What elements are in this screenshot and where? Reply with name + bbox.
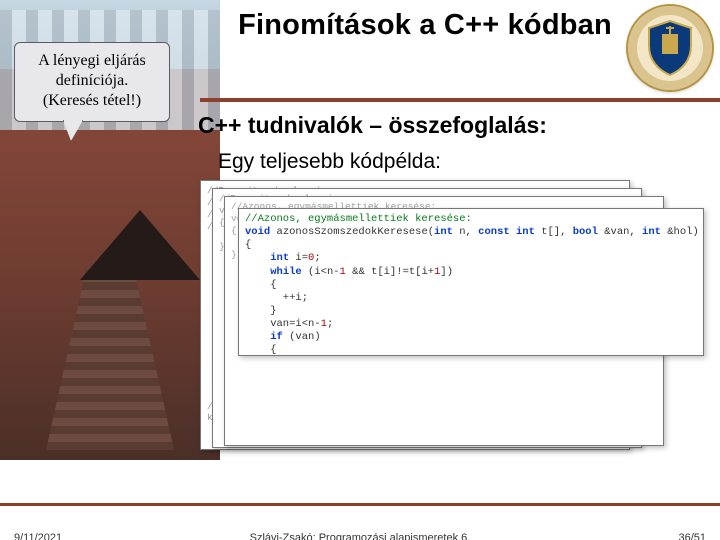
footer-rule — [0, 503, 720, 506]
code-card-focus: //Azonos, egymásmellettiek keresése: voi… — [238, 208, 704, 356]
footer-center: Szlávi-Zsakó: Programozási alapismeretek… — [0, 532, 720, 540]
callout-line: definíciója. — [21, 71, 163, 91]
callout-bubble: A lényegi eljárás definíciója. (Keresés … — [14, 42, 170, 122]
callout-line: A lényegi eljárás — [21, 51, 163, 71]
code-cmt: //Azonos, egymásmellettiek keresése: — [245, 213, 472, 225]
section-heading: C++ tudnivalók – összefoglalás: — [198, 112, 718, 139]
slide-title: Finomítások a C++ kódban — [230, 8, 620, 43]
slide: Finomítások a C++ kódban A lényegi eljár… — [0, 0, 720, 540]
section-subheading: Egy teljesebb kódpélda: — [218, 150, 441, 174]
code-stack: //Paraméter-beolvasás: //int main //{ //… — [200, 180, 710, 460]
logo-crest — [628, 6, 712, 90]
footer-page: 36/51 — [678, 532, 706, 540]
title-underline — [200, 98, 720, 102]
shield-icon — [646, 20, 694, 76]
callout-line: (Keresés tétel!) — [21, 91, 163, 111]
code-main: //Azonos, egymásmellettiek keresése: voi… — [239, 209, 703, 356]
